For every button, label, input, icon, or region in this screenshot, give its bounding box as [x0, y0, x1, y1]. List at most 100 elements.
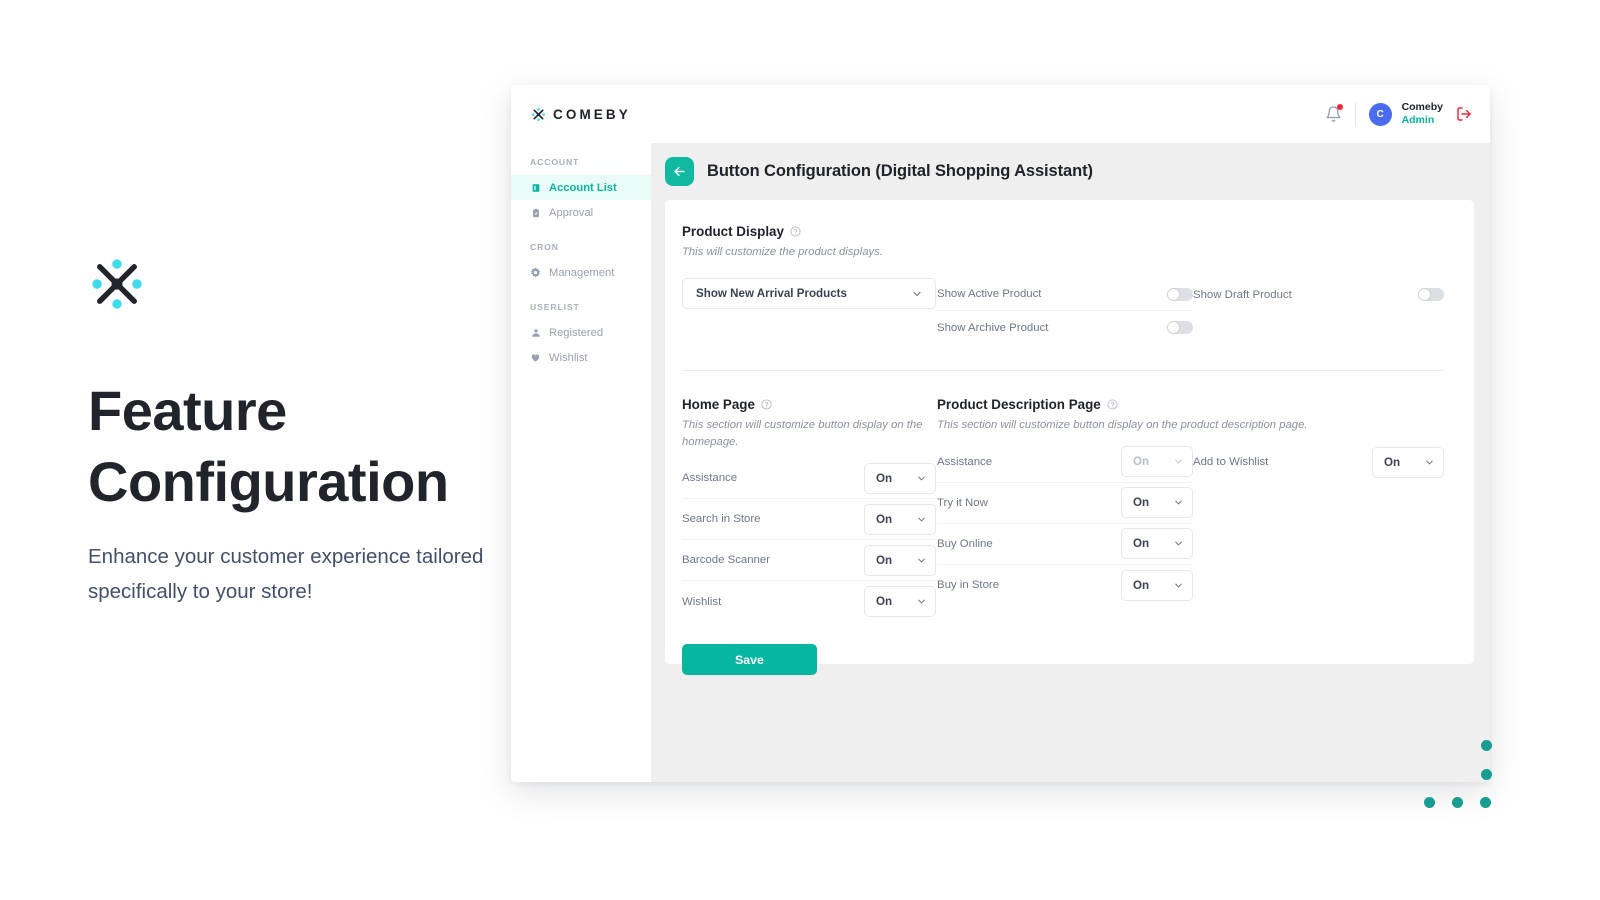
product-display-section: Product Display This will customize the … [665, 224, 1474, 344]
user-name: Comeby [1401, 100, 1443, 113]
option-label: Wishlist [682, 595, 722, 608]
promo-subtitle: Enhance your customer experience tailore… [88, 545, 484, 604]
sidebar-item-label: Wishlist [549, 351, 588, 364]
button-sections: Home Page This section will customize bu… [665, 397, 1474, 622]
decorative-dot [1424, 797, 1435, 808]
section-description: This section will customize button displ… [937, 419, 1308, 432]
question-circle-icon[interactable] [761, 399, 772, 410]
select-value: On [1133, 455, 1150, 469]
pdp-add-to-wishlist-select[interactable]: On [1372, 446, 1444, 478]
user-info[interactable]: Comeby Admin [1402, 101, 1443, 127]
promo-title-line1: Feature [88, 379, 287, 442]
nav-group-userlist: USERLIST Registered Wishlist [511, 302, 651, 370]
chevron-down-icon [1175, 583, 1182, 588]
heart-icon [530, 352, 541, 363]
page-header: Button Configuration (Digital Shopping A… [665, 157, 1474, 186]
pdp-heading: Product Description Page [937, 397, 1444, 412]
toggle-knob [1168, 322, 1179, 334]
arrow-left-icon [674, 167, 685, 176]
home-search-in-store-select[interactable]: On [864, 503, 936, 535]
select-value: On [1133, 496, 1150, 510]
product-display-controls: Show New Arrival Products Show Active Pr… [682, 278, 1444, 344]
pdp-assistance-select[interactable]: On [1121, 446, 1193, 478]
toggle-row-show-archive-product: Show Archive Product [937, 311, 1193, 344]
avatar[interactable]: C [1368, 102, 1392, 126]
option-label: Assistance [682, 472, 738, 485]
select-value: On [1133, 578, 1150, 592]
pdp-buy-in-store-select[interactable]: On [1121, 569, 1193, 601]
sidebar-item-label: Registered [549, 326, 604, 339]
pdp-column-1: Assistance On Try it Now On Buy Online O… [937, 442, 1193, 606]
brand: COMEBY [531, 107, 631, 122]
gear-icon [530, 267, 541, 278]
decorative-dot [1452, 797, 1463, 808]
nav-group-label: CRON [530, 242, 559, 252]
decorative-dot [1481, 740, 1492, 751]
toggle-label: Show Archive Product [937, 321, 1049, 334]
chevron-down-icon [918, 517, 925, 522]
promo-panel: Feature Configuration Enhance your custo… [88, 255, 488, 610]
option-label: Buy in Store [937, 579, 1000, 592]
show-active-product-toggle[interactable] [1167, 287, 1193, 301]
section-divider [682, 370, 1444, 372]
chevron-down-icon [918, 476, 925, 481]
toggle-knob [1168, 288, 1179, 300]
comeby-x-logo-icon [531, 107, 546, 122]
option-row-search-in-store: Search in Store On [682, 499, 936, 541]
user-icon [530, 327, 541, 338]
pdp-try-it-now-select[interactable]: On [1121, 487, 1193, 519]
back-button[interactable] [665, 157, 694, 186]
clipboard-check-icon [530, 207, 541, 218]
question-circle-icon[interactable] [1107, 399, 1118, 410]
toggle-row-show-active-product: Show Active Product [937, 278, 1193, 312]
home-barcode-scanner-select[interactable]: On [864, 544, 936, 576]
product-display-toggles: Show Active Product Show Archive Product [936, 278, 1444, 344]
section-description: This section will customize button displ… [682, 419, 923, 448]
list-icon [530, 182, 541, 193]
sidebar: ACCOUNT Account List Approval CRON Manag… [511, 143, 651, 782]
promo-title-line2: Configuration [88, 450, 449, 514]
option-row-buy-online: Buy Online On [937, 524, 1193, 565]
pdp-buy-online-select[interactable]: On [1121, 528, 1193, 560]
show-archive-product-toggle[interactable] [1167, 321, 1193, 335]
toggle-label: Show Draft Product [1193, 288, 1292, 301]
sidebar-item-approval[interactable]: Approval [511, 200, 651, 225]
sidebar-item-management[interactable]: Management [511, 260, 651, 285]
logout-button[interactable] [1456, 106, 1472, 122]
nav-group-label: USERLIST [530, 302, 580, 312]
product-display-select-wrap: Show New Arrival Products [682, 278, 936, 344]
topbar-right: C Comeby Admin [1325, 101, 1472, 127]
configuration-card: Product Display This will customize the … [665, 200, 1474, 676]
save-button[interactable]: Save [682, 644, 817, 676]
sidebar-item-registered[interactable]: Registered [511, 320, 651, 345]
select-value: On [876, 512, 893, 526]
product-display-select[interactable]: Show New Arrival Products [682, 278, 936, 310]
chevron-down-icon [913, 291, 921, 296]
toggle-knob [1419, 289, 1430, 301]
question-circle-icon[interactable] [790, 226, 801, 237]
option-label: Try it Now [937, 496, 988, 509]
app-topbar: COMEBY C Comeby Admin [511, 85, 1490, 143]
chevron-down-icon [1426, 460, 1433, 465]
option-row-wishlist: Wishlist On [682, 581, 936, 622]
toggle-row-show-draft-product: Show Draft Product [1193, 278, 1444, 311]
option-row-try-it-now: Try it Now On [937, 483, 1193, 524]
home-assistance-select[interactable]: On [864, 462, 936, 494]
decorative-dot [1481, 769, 1492, 780]
notifications-button[interactable] [1325, 104, 1343, 123]
nav-group-label: ACCOUNT [530, 157, 580, 167]
home-wishlist-select[interactable]: On [864, 586, 936, 618]
section-title: Product Display [682, 224, 784, 239]
show-draft-product-toggle[interactable] [1418, 288, 1444, 302]
option-row-pdp-assistance: Assistance On [937, 442, 1193, 483]
sidebar-item-account-list[interactable]: Account List [511, 175, 651, 200]
select-value: On [876, 595, 893, 609]
select-value: On [1384, 455, 1401, 469]
home-page-section: Home Page This section will customize bu… [682, 397, 936, 622]
chevron-down-icon [918, 599, 925, 604]
home-page-heading: Home Page [682, 397, 936, 412]
select-value: On [876, 553, 893, 567]
sidebar-item-wishlist[interactable]: Wishlist [511, 345, 651, 370]
app-window: COMEBY C Comeby Admin ACCOUNT Account Li… [511, 85, 1490, 782]
divider [1354, 103, 1356, 125]
